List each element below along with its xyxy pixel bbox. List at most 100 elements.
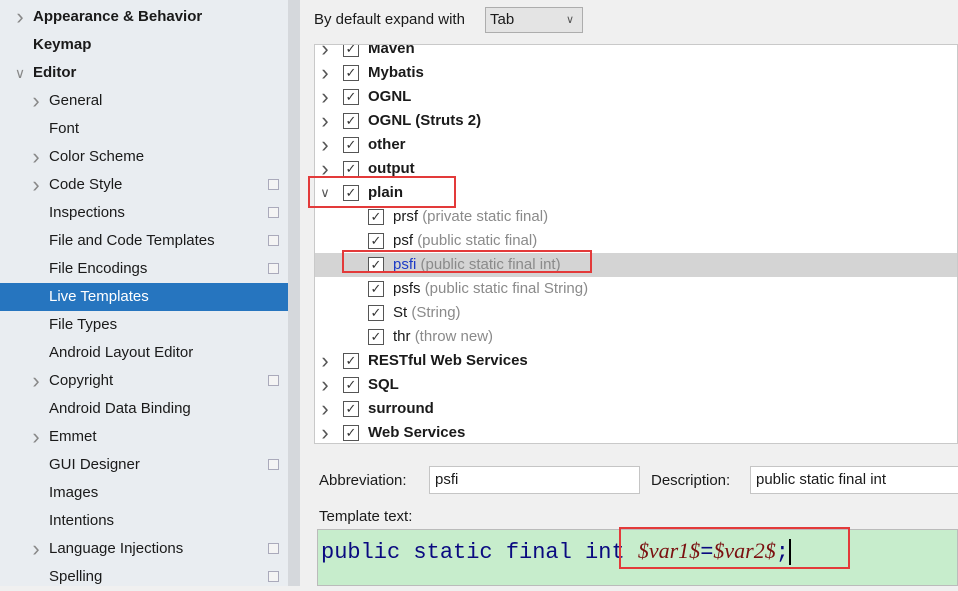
sidebar-item-label: Color Scheme: [49, 148, 145, 165]
template-group-row[interactable]: › ✓ RESTful Web Services: [315, 349, 957, 373]
row-text: surround: [368, 397, 434, 421]
sidebar-item-editor[interactable]: ∨ Editor: [0, 59, 288, 87]
sidebar-item-images[interactable]: Images: [0, 479, 288, 507]
sidebar-item-label: Intentions: [49, 512, 115, 529]
enabled-checkbox[interactable]: ✓: [343, 353, 359, 369]
enabled-checkbox[interactable]: ✓: [368, 305, 384, 321]
highlight-box-variables: [619, 527, 850, 569]
row-text: St (String): [393, 301, 461, 325]
sidebar-item-label: Inspections: [49, 204, 125, 221]
sidebar-item-spelling[interactable]: Spelling: [0, 563, 288, 591]
chevron-right-icon[interactable]: ›: [318, 85, 332, 109]
chevron-right-icon[interactable]: ›: [27, 143, 45, 171]
group-name: Mybatis: [368, 64, 424, 81]
chevron-right-icon[interactable]: ›: [318, 45, 332, 61]
sidebar-item-file-encodings[interactable]: File Encodings: [0, 255, 288, 283]
template-abbreviation: St: [393, 304, 408, 321]
sidebar-item-android-data-binding[interactable]: Android Data Binding: [0, 395, 288, 423]
sidebar-item-font[interactable]: Font: [0, 115, 288, 143]
chevron-right-icon[interactable]: ›: [318, 133, 332, 157]
enabled-checkbox[interactable]: ✓: [343, 137, 359, 153]
sidebar-item-file-types[interactable]: File Types: [0, 311, 288, 339]
chevron-right-icon[interactable]: ›: [27, 423, 45, 451]
chevron-right-icon[interactable]: ›: [318, 349, 332, 373]
enabled-checkbox[interactable]: ✓: [368, 281, 384, 297]
sidebar-item-gui-designer[interactable]: GUI Designer: [0, 451, 288, 479]
enabled-checkbox[interactable]: ✓: [343, 377, 359, 393]
sidebar-item-android-layout-editor[interactable]: Android Layout Editor: [0, 339, 288, 367]
template-description: (public static final String): [424, 280, 589, 297]
sidebar-item-code-style[interactable]: › Code Style: [0, 171, 288, 199]
chevron-right-icon[interactable]: ›: [318, 397, 332, 421]
abbreviation-input[interactable]: psfi: [429, 466, 640, 494]
group-name: RESTful Web Services: [368, 352, 528, 369]
sidebar-item-inspections[interactable]: Inspections: [0, 199, 288, 227]
enabled-checkbox[interactable]: ✓: [343, 45, 359, 57]
sidebar-item-label: Spelling: [49, 568, 103, 585]
sidebar-item-label: Copyright: [49, 372, 114, 389]
sidebar-item-file-and-code-templates[interactable]: File and Code Templates: [0, 227, 288, 255]
template-group-row[interactable]: › ✓ other: [315, 133, 957, 157]
abbreviation-label: Abbreviation:: [319, 472, 407, 489]
sidebar-item-label: Images: [49, 484, 99, 501]
template-group-row[interactable]: › ✓ Maven: [315, 44, 957, 61]
template-row[interactable]: ✓ thr (throw new): [315, 325, 957, 349]
chevron-right-icon[interactable]: ›: [318, 109, 332, 133]
group-name: Maven: [368, 44, 415, 57]
group-name: OGNL: [368, 88, 412, 105]
sidebar-item-label: Android Layout Editor: [49, 344, 194, 361]
template-group-row[interactable]: › ✓ OGNL: [315, 85, 957, 109]
sidebar-item-intentions[interactable]: Intentions: [0, 507, 288, 535]
expand-with-label: By default expand with: [314, 11, 465, 28]
project-settings-icon: [268, 179, 279, 190]
description-input[interactable]: public static final int: [750, 466, 958, 494]
template-row[interactable]: ✓ psfs (public static final String): [315, 277, 957, 301]
template-row[interactable]: ✓ St (String): [315, 301, 957, 325]
template-group-row[interactable]: › ✓ SQL: [315, 373, 957, 397]
sidebar-item-general[interactable]: › General: [0, 87, 288, 115]
chevron-right-icon[interactable]: ›: [27, 171, 45, 199]
template-group-row[interactable]: › ✓ surround: [315, 397, 957, 421]
enabled-checkbox[interactable]: ✓: [343, 65, 359, 81]
sidebar-item-copyright[interactable]: › Copyright: [0, 367, 288, 395]
sidebar-scrollbar[interactable]: [288, 0, 300, 586]
enabled-checkbox[interactable]: ✓: [343, 401, 359, 417]
template-group-row[interactable]: › ✓ Web Services: [315, 421, 957, 444]
chevron-right-icon[interactable]: ›: [27, 87, 45, 115]
row-text: OGNL: [368, 85, 411, 109]
sidebar-item-color-scheme[interactable]: › Color Scheme: [0, 143, 288, 171]
template-group-row[interactable]: › ✓ OGNL (Struts 2): [315, 109, 957, 133]
chevron-right-icon[interactable]: ›: [318, 373, 332, 397]
chevron-right-icon[interactable]: ›: [27, 367, 45, 395]
sidebar-item-emmet[interactable]: › Emmet: [0, 423, 288, 451]
enabled-checkbox[interactable]: ✓: [343, 113, 359, 129]
sidebar-item-appearance-behavior[interactable]: › Appearance & Behavior: [0, 3, 288, 31]
template-abbreviation: prsf: [393, 208, 419, 225]
enabled-checkbox[interactable]: ✓: [368, 329, 384, 345]
project-settings-icon: [268, 263, 279, 274]
project-settings-icon: [268, 375, 279, 386]
enabled-checkbox[interactable]: ✓: [368, 233, 384, 249]
template-row[interactable]: ✓ prsf (private static final): [315, 205, 957, 229]
enabled-checkbox[interactable]: ✓: [343, 425, 359, 441]
group-name: output: [368, 160, 415, 177]
chevron-right-icon[interactable]: ›: [318, 61, 332, 85]
chevron-down-icon[interactable]: ∨: [11, 59, 29, 87]
enabled-checkbox[interactable]: ✓: [343, 89, 359, 105]
sidebar-item-label: Android Data Binding: [49, 400, 191, 417]
template-description: (throw new): [414, 328, 494, 345]
sidebar-item-live-templates[interactable]: Live Templates: [0, 283, 288, 311]
template-group-row[interactable]: › ✓ Mybatis: [315, 61, 957, 85]
sidebar-item-label: Appearance & Behavior: [33, 8, 203, 25]
sidebar-item-keymap[interactable]: Keymap: [0, 31, 288, 59]
sidebar-item-label: General: [49, 92, 103, 109]
chevron-right-icon[interactable]: ›: [318, 421, 332, 444]
sidebar-item-language-injections[interactable]: › Language Injections: [0, 535, 288, 563]
chevron-right-icon[interactable]: ›: [27, 535, 45, 563]
chevron-right-icon[interactable]: ›: [11, 3, 29, 31]
enabled-checkbox[interactable]: ✓: [343, 161, 359, 177]
expand-with-select[interactable]: Tab ∨: [485, 7, 583, 33]
group-name: SQL: [368, 376, 399, 393]
enabled-checkbox[interactable]: ✓: [368, 209, 384, 225]
row-text: psfs (public static final String): [393, 277, 588, 301]
